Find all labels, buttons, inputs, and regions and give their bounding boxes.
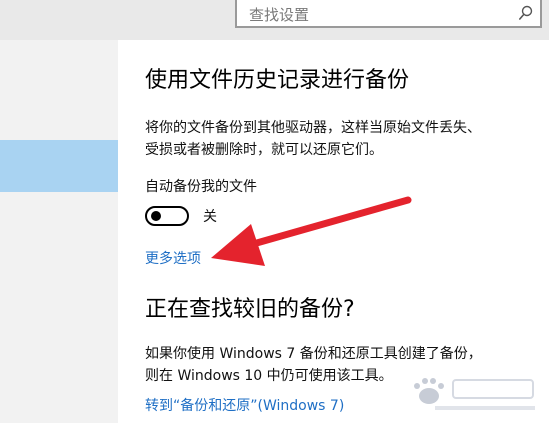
- baidu-watermark-logo: [414, 378, 535, 410]
- search-icon[interactable]: [518, 4, 534, 22]
- search-box[interactable]: 查找设置: [235, 0, 542, 28]
- auto-backup-toggle[interactable]: [145, 206, 189, 226]
- navigation-pane: [0, 40, 118, 423]
- nav-item-selected[interactable]: [0, 140, 118, 192]
- backup-description-line-2: 受损或者被删除时，就可以还原它们。: [145, 142, 383, 158]
- backup-restore-windows7-link[interactable]: 转到“备份和还原”(Windows 7): [145, 395, 344, 415]
- red-arrow-icon: [211, 196, 412, 266]
- old-backup-description-line-1: 如果你使用 Windows 7 备份和还原工具创建了备份，: [145, 346, 482, 362]
- old-backup-section-title: 正在查找较旧的备份?: [145, 297, 355, 322]
- more-options-link[interactable]: 更多选项: [145, 248, 201, 268]
- toggle-knob: [151, 211, 161, 221]
- backup-description-line-1: 将你的文件备份到其他驱动器，这样当原始文件丢失、: [145, 120, 481, 136]
- backup-description: 将你的文件备份到其他驱动器，这样当原始文件丢失、 受损或者被删除时，就可以还原它…: [145, 117, 481, 161]
- search-input[interactable]: 查找设置: [249, 4, 309, 25]
- backup-section-title: 使用文件历史记录进行备份: [145, 68, 410, 93]
